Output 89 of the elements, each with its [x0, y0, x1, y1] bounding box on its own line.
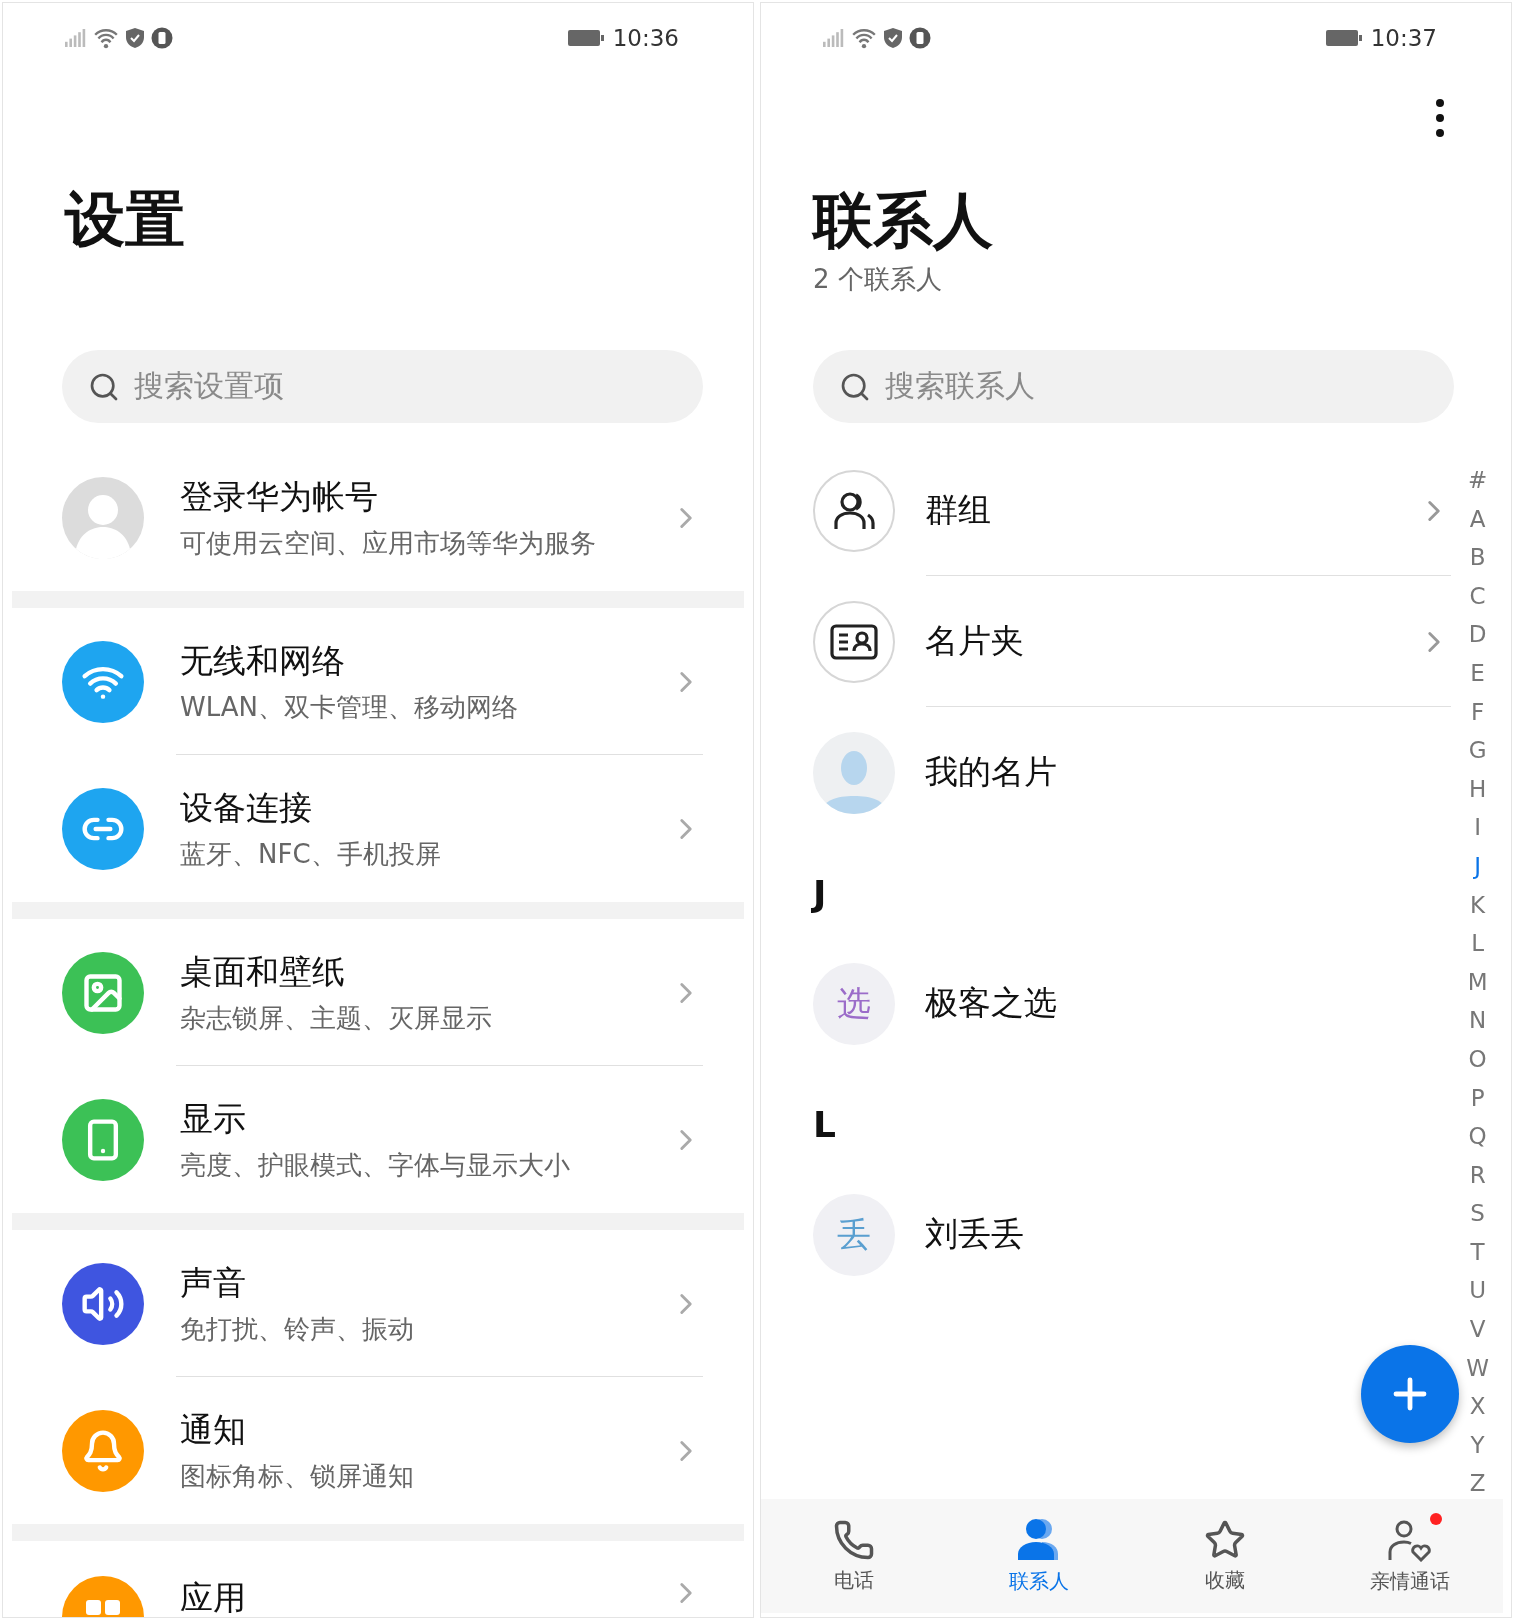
search-field[interactable]: 搜索设置项 — [62, 350, 703, 423]
settings-item[interactable]: 显示 亮度、护眼模式、字体与显示大小 — [3, 1066, 753, 1213]
item-title: 声音 — [180, 1261, 247, 1304]
index-letter[interactable]: D — [1468, 615, 1487, 654]
nav-tab[interactable]: 联系人 — [946, 1499, 1132, 1613]
index-letter[interactable]: R — [1469, 1155, 1486, 1195]
index-letter[interactable]: T — [1470, 1232, 1485, 1272]
item-title: 应用 — [180, 1577, 247, 1617]
section-letter: J — [813, 876, 827, 912]
index-letter[interactable]: F — [1471, 692, 1485, 732]
index-letter[interactable]: Q — [1468, 1117, 1487, 1156]
signal-icon — [65, 29, 87, 47]
more-menu-icon[interactable] — [1435, 98, 1445, 138]
item-label: 群组 — [925, 489, 992, 531]
settings-item[interactable]: 桌面和壁纸 杂志锁屏、主题、灭屏显示 — [3, 919, 753, 1066]
index-letter[interactable]: O — [1468, 1039, 1487, 1079]
page-title: 联系人 — [813, 184, 994, 257]
settings-item[interactable]: 设备连接 蓝牙、NFC、手机投屏 — [3, 755, 753, 902]
contact-name: 极客之选 — [925, 982, 1058, 1024]
contact-list-item[interactable]: 群组 — [761, 445, 1451, 576]
item-title: 无线和网络 — [180, 639, 346, 682]
battery-icon — [566, 29, 605, 47]
settings-item[interactable]: 通知 图标角标、锁屏通知 — [3, 1377, 753, 1524]
shield-icon — [125, 27, 145, 49]
phone-icon — [832, 1518, 875, 1561]
wifi-icon — [851, 27, 877, 49]
search-field[interactable]: 搜索联系人 — [813, 350, 1454, 423]
index-letter[interactable]: # — [1468, 461, 1488, 500]
letter-avatar: 丢 — [813, 1193, 895, 1276]
avatar-icon — [813, 731, 895, 814]
index-letter[interactable]: J — [1474, 846, 1481, 886]
index-letter[interactable]: G — [1468, 731, 1487, 770]
item-subtitle: 蓝牙、NFC、手机投屏 — [180, 837, 442, 871]
index-letter[interactable]: B — [1469, 538, 1486, 577]
nav-tab[interactable]: 收藏 — [1132, 1499, 1318, 1613]
page-title: 设置 — [65, 183, 186, 256]
item-label: 名片夹 — [925, 620, 1025, 662]
nav-tab[interactable]: 电话 — [761, 1499, 947, 1613]
index-letter[interactable]: W — [1466, 1348, 1489, 1388]
signal-icon — [823, 29, 845, 47]
index-letter[interactable]: I — [1474, 808, 1481, 847]
settings-item[interactable]: 登录华为帐号 可使用云空间、应用市场等华为服务 — [3, 444, 753, 591]
index-letter[interactable]: N — [1469, 1001, 1487, 1040]
item-subtitle: 杂志锁屏、主题、灭屏显示 — [180, 1001, 493, 1035]
index-letter[interactable]: C — [1469, 576, 1486, 616]
index-letter[interactable]: K — [1470, 885, 1486, 925]
contact-list-item[interactable]: 选 极客之选 — [761, 938, 1451, 1069]
add-contact-button[interactable] — [1361, 1345, 1459, 1443]
contact-list-item[interactable]: 名片夹 — [761, 576, 1451, 707]
index-letter[interactable]: A — [1469, 499, 1486, 539]
item-subtitle: 亮度、护眼模式、字体与显示大小 — [180, 1148, 571, 1182]
item-title: 登录华为帐号 — [180, 475, 379, 518]
item-title: 通知 — [180, 1408, 247, 1451]
index-letter[interactable]: V — [1469, 1310, 1486, 1349]
item-title: 显示 — [180, 1097, 247, 1140]
letter-avatar: 选 — [813, 962, 895, 1045]
settings-item[interactable]: 无线和网络 WLAN、双卡管理、移动网络 — [3, 608, 753, 755]
item-subtitle: 可使用云空间、应用市场等华为服务 — [180, 526, 597, 560]
index-letter[interactable]: E — [1470, 653, 1485, 693]
index-letter[interactable]: S — [1470, 1194, 1485, 1233]
shield-icon — [883, 27, 903, 49]
item-label: 我的名片 — [925, 751, 1058, 793]
settings-item[interactable]: 声音 免打扰、铃声、振动 — [3, 1230, 753, 1377]
item-subtitle: 图标角标、锁屏通知 — [180, 1459, 415, 1493]
index-letter[interactable]: U — [1469, 1271, 1487, 1311]
phone-badge-icon — [909, 27, 931, 49]
contact-list-item[interactable]: 我的名片 — [761, 707, 1451, 838]
index-letter[interactable]: L — [1471, 924, 1485, 963]
battery-icon — [1324, 29, 1363, 47]
item-subtitle: WLAN、双卡管理、移动网络 — [180, 690, 520, 724]
settings-item[interactable]: 应用 — [3, 1541, 753, 1617]
item-title: 桌面和壁纸 — [180, 950, 346, 993]
phone-badge-icon — [151, 27, 173, 49]
index-letter[interactable]: Y — [1470, 1425, 1485, 1465]
wifi-icon — [93, 27, 119, 49]
index-letter[interactable]: H — [1468, 769, 1487, 809]
item-title: 设备连接 — [180, 786, 313, 829]
status-time: 10:37 — [1370, 25, 1437, 51]
section-letter: L — [813, 1107, 836, 1143]
index-letter[interactable]: M — [1467, 962, 1488, 1002]
contact-name: 刘丢丢 — [925, 1213, 1025, 1255]
index-letter[interactable]: X — [1469, 1387, 1486, 1426]
index-letter[interactable]: P — [1470, 1078, 1485, 1118]
contact-list-item[interactable]: 丢 刘丢丢 — [761, 1169, 1451, 1300]
contact-count: 2 个联系人 — [813, 263, 943, 296]
status-time: 10:36 — [612, 25, 679, 51]
avatar-icon — [62, 476, 144, 559]
item-subtitle: 免打扰、铃声、振动 — [180, 1312, 415, 1346]
star-icon — [1203, 1518, 1246, 1561]
